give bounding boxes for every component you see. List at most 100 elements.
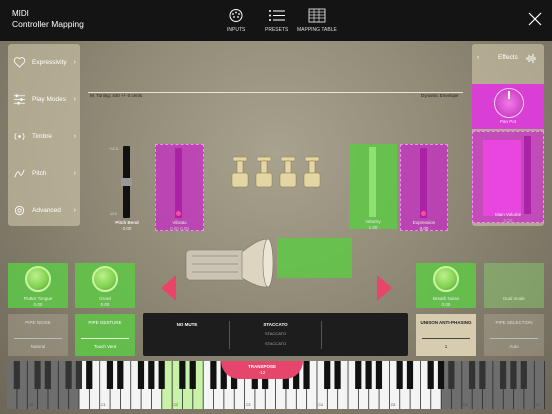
pitch-bend-thumb[interactable] xyxy=(121,178,132,186)
nav-mapping-label: MAPPING TABLE xyxy=(297,27,337,33)
pitch-bend-value: 0.00 xyxy=(122,226,132,231)
black-key[interactable] xyxy=(365,361,372,389)
pan-pot-knob[interactable] xyxy=(494,88,524,118)
pipe-selection-control[interactable]: PIPE SELECTION Auto xyxy=(484,314,544,356)
pipe-gesture-label: PIPE GESTURE xyxy=(88,320,122,325)
pitch-bend-label: Pitch Bend xyxy=(115,220,139,225)
black-key[interactable] xyxy=(179,361,186,389)
breath-noise-control[interactable]: Breath Noise 0.00 xyxy=(416,263,476,308)
black-key[interactable] xyxy=(210,361,217,389)
pipe-noise-control[interactable]: PIPE NOISE Natural xyxy=(8,314,68,356)
black-key[interactable] xyxy=(334,361,341,389)
effects-header[interactable]: ‹ Effects xyxy=(472,54,544,68)
pan-pot-control[interactable]: Pan Pot xyxy=(472,84,544,129)
black-key[interactable] xyxy=(148,361,155,389)
octave-label: C1 xyxy=(101,403,106,407)
next-arrow-icon[interactable] xyxy=(377,275,392,301)
previous-arrow-icon[interactable] xyxy=(161,275,176,301)
main-volume-control[interactable]: Main Volume 0.00 xyxy=(472,131,544,223)
sidebar-item-advanced[interactable]: Advanced › xyxy=(8,195,80,225)
list-icon xyxy=(268,10,285,21)
grid-icon xyxy=(308,8,326,23)
chevron-right-icon: › xyxy=(73,58,76,66)
black-key[interactable] xyxy=(117,361,124,389)
effects-title: Effects xyxy=(498,54,518,61)
black-key[interactable] xyxy=(324,361,331,389)
pitch-bend-scale-top: +12.0 xyxy=(109,147,118,151)
sidebar-label-advanced: Advanced xyxy=(32,206,61,214)
growl-knob[interactable] xyxy=(92,266,118,292)
black-key[interactable] xyxy=(86,361,93,389)
app-title: MIDI Controller Mapping xyxy=(12,8,84,30)
black-key[interactable] xyxy=(13,361,20,389)
pipe-selection-label: PIPE SELECTION xyxy=(495,320,533,325)
flutter-tongue-label: Flutter Tongue xyxy=(23,296,53,301)
vibrato-track xyxy=(175,148,182,218)
white-key[interactable] xyxy=(534,361,545,409)
vibrato-control[interactable]: Vibrato 0.00 0.00 xyxy=(155,144,204,231)
black-key[interactable] xyxy=(355,361,362,389)
sidebar-item-pitch[interactable]: Pitch › xyxy=(8,158,80,188)
transpose-control[interactable]: TRANSPOSE -12 xyxy=(221,361,303,379)
transpose-label: TRANSPOSE xyxy=(247,364,276,369)
velocity-control[interactable]: Velocity 1.00 xyxy=(349,144,397,230)
black-key[interactable] xyxy=(189,361,196,389)
black-key[interactable] xyxy=(437,361,445,389)
black-key[interactable] xyxy=(375,361,383,389)
flutter-tongue-control[interactable]: Flutter Tongue 0.00 xyxy=(8,263,68,308)
pipe-noise-label: PIPE NOISE xyxy=(25,320,51,325)
black-key[interactable] xyxy=(34,361,41,389)
black-key[interactable] xyxy=(468,361,476,389)
sidebar-item-expressivity[interactable]: Expressivity › xyxy=(8,47,80,77)
expression-label: Expression xyxy=(412,220,436,225)
pitch-bend-control[interactable]: +12.0 -12.0 Pitch Bend 0.00 xyxy=(98,142,141,232)
velocity-label: Velocity xyxy=(365,219,381,224)
black-key[interactable] xyxy=(65,361,72,389)
unison-label: UNISON ANTI-PHASING xyxy=(420,320,472,325)
xy-pad[interactable] xyxy=(277,238,352,278)
pitch-bend-scale-bottom: -12.0 xyxy=(109,212,117,216)
nav-presets[interactable]: PRESETS xyxy=(265,8,288,33)
sidebar-item-timbre[interactable]: Timbre › xyxy=(8,121,80,151)
black-key[interactable] xyxy=(448,361,455,389)
black-key[interactable] xyxy=(499,361,507,389)
black-key[interactable] xyxy=(137,361,145,389)
title-line2: Controller Mapping xyxy=(12,19,84,29)
sidebar-label-pitch: Pitch xyxy=(32,169,47,177)
nav-inputs[interactable]: INPUTS xyxy=(227,8,245,33)
black-key[interactable] xyxy=(44,361,51,389)
growl-control[interactable]: Growl 0.00 xyxy=(75,263,135,308)
breath-noise-knob[interactable] xyxy=(433,266,459,292)
chevron-right-icon: › xyxy=(73,169,76,177)
black-key[interactable] xyxy=(158,361,165,389)
articulation-middle-sub1: STACCATO xyxy=(264,331,287,336)
unison-value: 1 xyxy=(444,344,448,349)
flutter-tongue-knob[interactable] xyxy=(25,266,51,292)
back-chevron-icon: ‹ xyxy=(477,54,480,61)
nav-mapping-table[interactable]: MAPPING TABLE xyxy=(297,8,337,33)
black-key[interactable] xyxy=(75,361,83,389)
expression-control[interactable]: Expression 0.00 xyxy=(400,144,448,231)
unison-control[interactable]: UNISON ANTI-PHASING 1 xyxy=(416,314,476,356)
sidebar-item-play-modes[interactable]: Play Modes › xyxy=(8,84,80,114)
pipe-gesture-control[interactable]: PIPE GESTURE Touch Vent xyxy=(75,314,135,356)
black-key[interactable] xyxy=(520,361,527,389)
gear-icon xyxy=(14,205,25,215)
black-key[interactable] xyxy=(510,361,517,389)
black-key[interactable] xyxy=(106,361,114,389)
main-volume-track xyxy=(524,136,531,214)
black-key[interactable] xyxy=(479,361,486,389)
black-key[interactable] xyxy=(406,361,414,389)
vibrato-thumb[interactable] xyxy=(176,211,181,216)
sidebar: Expressivity › Play Modes › Timbre › Pit… xyxy=(8,44,80,226)
dual-mode-control[interactable]: Dual mode xyxy=(484,263,544,308)
black-key[interactable] xyxy=(396,361,403,389)
black-key[interactable] xyxy=(427,361,434,389)
close-icon[interactable] xyxy=(528,12,542,26)
expression-thumb[interactable] xyxy=(421,211,426,216)
articulation-middle[interactable]: STACCATO xyxy=(233,322,318,327)
black-key[interactable] xyxy=(303,361,310,389)
growl-label: Growl xyxy=(99,296,111,301)
articulation-left[interactable]: NO MUTE xyxy=(153,322,221,327)
pan-pot-label: Pan Pot xyxy=(499,119,516,124)
